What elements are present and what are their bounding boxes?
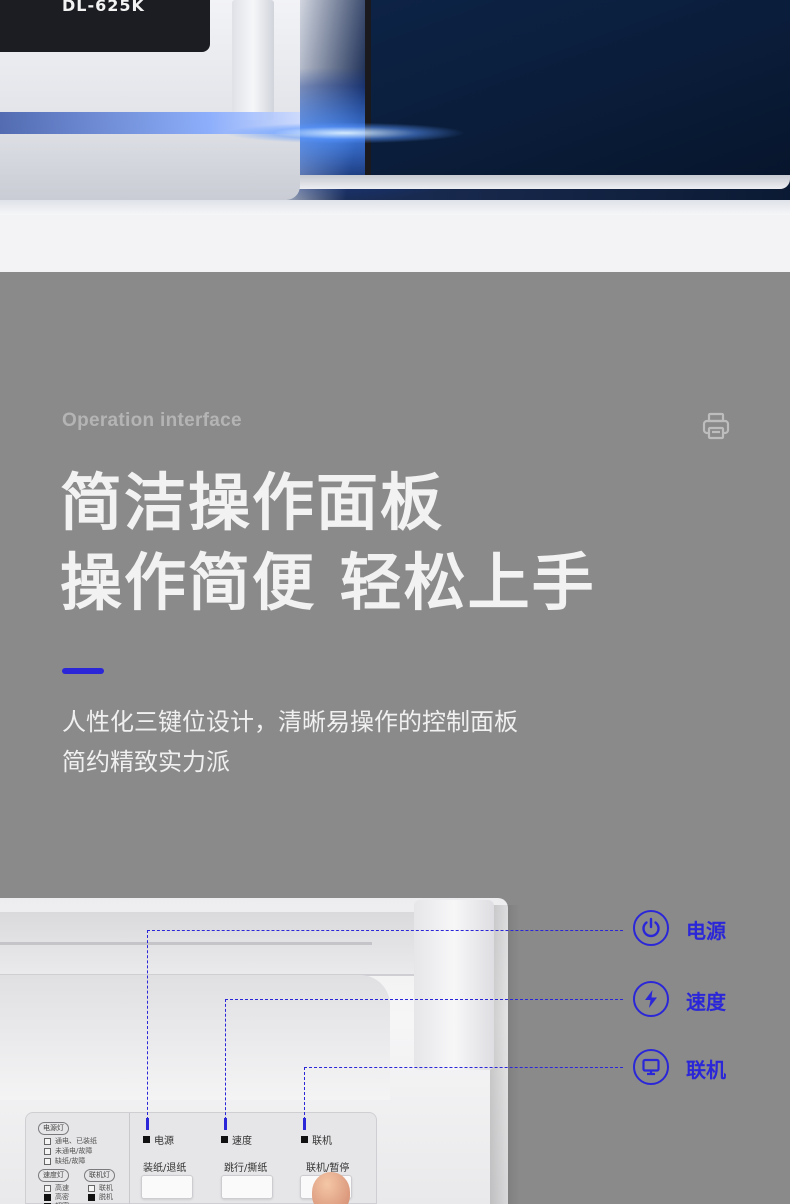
section-divider xyxy=(0,215,790,272)
printer-paper-slot xyxy=(0,942,372,945)
linefeed-tear-button[interactable] xyxy=(221,1175,273,1199)
printer-paper-guide xyxy=(232,0,274,120)
lightning-icon xyxy=(633,981,669,1017)
accent-bar xyxy=(62,668,104,674)
speed-callout-label: 速度 xyxy=(686,990,726,1014)
hero-banner: DL-625K xyxy=(0,0,790,215)
online-callout-label: 联机 xyxy=(686,1058,726,1082)
speed-callout-line xyxy=(225,999,623,1000)
headline-line-1: 简洁操作面板 xyxy=(60,466,445,539)
power-light-tag: 电源灯 xyxy=(38,1122,69,1135)
load-eject-label: 装纸/退纸 xyxy=(143,1163,187,1174)
laptop-base xyxy=(285,175,790,189)
laptop-screen xyxy=(365,0,790,180)
section-subtitle-en: Operation interface xyxy=(62,410,242,431)
online-callout-vline xyxy=(304,1067,305,1120)
power-callout-line xyxy=(147,930,623,931)
power-callout-label: 电源 xyxy=(686,919,726,943)
speed-light-tag: 速度灯 xyxy=(38,1169,69,1182)
power-icon xyxy=(633,910,669,946)
load-eject-button[interactable] xyxy=(141,1175,193,1199)
online-callout-line xyxy=(304,1067,623,1068)
light-streak xyxy=(180,118,510,148)
speed-led: 速度 xyxy=(221,1132,252,1147)
power-callout-tip xyxy=(146,1118,149,1130)
headline-line-2: 操作简便 轻松上手 xyxy=(60,546,596,619)
online-callout-tip xyxy=(303,1118,306,1130)
printer-model-label: DL-625K xyxy=(62,0,145,15)
description-line-2: 简约精致实力派 xyxy=(62,748,230,776)
indicator-legend: 电源灯 通电、已装纸 未通电/故障 缺纸/故障 速度灯 联机灯 高速 高密 超密… xyxy=(26,1113,130,1204)
legend-row: 未通电/故障 xyxy=(44,1146,92,1156)
legend-row: 通电、已装纸 xyxy=(44,1136,97,1146)
online-led: 联机 xyxy=(301,1132,332,1147)
speed-callout-tip xyxy=(224,1118,227,1130)
power-callout-vline xyxy=(147,930,148,1120)
speed-callout-vline xyxy=(225,999,226,1120)
legend-row: 脱机 xyxy=(88,1192,113,1202)
printer-side-post xyxy=(414,900,494,1070)
monitor-icon xyxy=(633,1049,669,1085)
description-line-1: 人性化三键位设计，清晰易操作的控制面板 xyxy=(62,708,518,736)
desk-surface xyxy=(0,200,790,215)
linefeed-tear-label: 跳行/撕纸 xyxy=(224,1163,268,1174)
printer-top-panel: DL-625K xyxy=(0,0,210,52)
online-light-tag: 联机灯 xyxy=(84,1169,115,1182)
power-led: 电源 xyxy=(143,1132,174,1147)
finger-pressing xyxy=(312,1172,350,1204)
printer-icon xyxy=(702,412,730,440)
printer-image: DL-625K xyxy=(0,0,300,200)
legend-row: 缺纸/故障 xyxy=(44,1156,85,1166)
printer-shadow xyxy=(490,905,520,1204)
printer-front-cover xyxy=(0,975,390,1100)
